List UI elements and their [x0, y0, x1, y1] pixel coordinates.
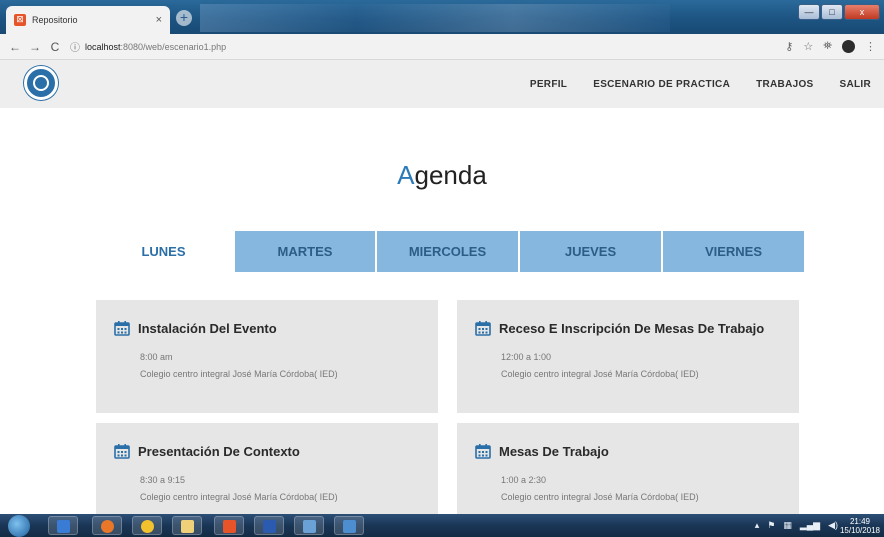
nav-link-escenario[interactable]: ESCENARIO DE PRACTICA: [580, 79, 743, 90]
tab-martes[interactable]: MARTES: [235, 231, 375, 272]
browser-actions: ⚷ ☆ ⛯ ⋮: [785, 40, 876, 53]
tray-arrow-icon[interactable]: ▴: [755, 520, 760, 531]
profile-icon[interactable]: [842, 40, 855, 53]
tab-title: Repositorio: [32, 15, 78, 25]
tab-viernes[interactable]: VIERNES: [663, 231, 804, 272]
extension-icon[interactable]: ⛯: [823, 40, 832, 53]
event-title: Presentación De Contexto: [138, 443, 300, 459]
editor-icon: [303, 520, 316, 533]
page-title: Agenda: [0, 160, 884, 191]
day-tabs: LUNES MARTES MIERCOLES JUEVES VIERNES: [94, 231, 804, 272]
signal-icon[interactable]: ▂▄▆: [800, 520, 820, 531]
event-card: Receso E Inscripción De Mesas De Trabajo…: [457, 300, 799, 413]
nav-links: PERFIL ESCENARIO DE PRACTICA TRABAJOS SA…: [517, 60, 884, 108]
event-title: Receso E Inscripción De Mesas De Trabajo: [499, 320, 765, 336]
window-controls: — □ x: [798, 4, 880, 20]
address-bar: ← → C ⓘ localhost:8080/web/escenario1.ph…: [0, 34, 884, 60]
event-title: Mesas De Trabajo: [499, 443, 609, 459]
star-icon[interactable]: ☆: [803, 40, 813, 53]
url-path: :8080/web/escenario1.php: [120, 41, 227, 52]
event-card: Instalación Del Evento 8:00 am Colegio c…: [96, 300, 438, 413]
new-tab-button[interactable]: +: [176, 10, 192, 26]
code-editor-icon: [343, 520, 356, 533]
start-button[interactable]: [8, 515, 30, 537]
taskbar-clock[interactable]: 21:49 15/10/2018: [840, 517, 880, 535]
nav-buttons: ← → C: [6, 40, 64, 54]
favicon-icon: ⊠: [14, 14, 26, 26]
clock-time: 21:49: [849, 517, 870, 526]
taskbar-app-editor[interactable]: [294, 516, 324, 535]
taskbar-app-vscode[interactable]: [334, 516, 364, 535]
event-header: Receso E Inscripción De Mesas De Trabajo: [475, 320, 764, 336]
event-header: Instalación Del Evento: [114, 320, 277, 336]
url-field[interactable]: ⓘ localhost:8080/web/escenario1.php: [70, 39, 227, 55]
browser-tab[interactable]: ⊠ Repositorio ×: [6, 6, 170, 34]
calendar-icon: [114, 444, 130, 459]
key-icon[interactable]: ⚷: [785, 40, 793, 53]
taskbar-app-explorer[interactable]: [172, 516, 202, 535]
nav-link-trabajos[interactable]: TRABAJOS: [743, 79, 826, 90]
page-title-initial: A: [397, 160, 415, 190]
reload-icon[interactable]: C: [46, 40, 64, 54]
folder-icon: [181, 520, 194, 533]
firefox-icon: [101, 520, 114, 533]
event-time: 12:00 a 1:00: [501, 352, 552, 362]
taskbar-app-word[interactable]: [254, 516, 284, 535]
volume-icon[interactable]: ◀): [828, 520, 838, 531]
taskbar-app-xampp[interactable]: [214, 516, 244, 535]
close-window-button[interactable]: x: [844, 4, 880, 20]
flag-icon[interactable]: ⚑: [767, 520, 775, 531]
event-place: Colegio centro integral José María Córdo…: [501, 492, 699, 502]
media-player-icon: [57, 520, 70, 533]
tab-jueves[interactable]: JUEVES: [520, 231, 661, 272]
site-logo[interactable]: [24, 66, 58, 100]
network-icon[interactable]: ▦: [783, 520, 792, 531]
word-icon: [263, 520, 276, 533]
event-time: 1:00 a 2:30: [501, 475, 547, 485]
nav-link-salir[interactable]: SALIR: [827, 79, 884, 90]
xampp-icon: [223, 520, 236, 533]
taskbar-app-media[interactable]: [48, 516, 78, 535]
event-header: Presentación De Contexto: [114, 443, 300, 459]
event-header: Mesas De Trabajo: [475, 443, 609, 459]
url-host: localhost: [85, 41, 121, 52]
nav-link-perfil[interactable]: PERFIL: [517, 79, 580, 90]
logo-emblem-icon: [33, 75, 49, 91]
event-place: Colegio centro integral José María Córdo…: [140, 369, 338, 379]
maximize-button[interactable]: □: [821, 4, 843, 20]
taskbar-app-chrome[interactable]: [132, 516, 162, 535]
system-tray: ▴ ⚑ ▦ ▂▄▆ ◀): [755, 520, 838, 531]
page-title-rest: genda: [414, 160, 487, 190]
event-card: Presentación De Contexto 8:30 a 9:15 Col…: [96, 423, 438, 514]
event-place: Colegio centro integral José María Córdo…: [501, 369, 699, 379]
calendar-icon: [475, 321, 491, 336]
taskbar-app-firefox[interactable]: [92, 516, 122, 535]
info-icon[interactable]: ⓘ: [70, 39, 80, 54]
site-navbar: PERFIL ESCENARIO DE PRACTICA TRABAJOS SA…: [0, 60, 884, 108]
blurred-background: [200, 4, 670, 32]
chrome-icon: [141, 520, 154, 533]
event-time: 8:30 a 9:15: [140, 475, 186, 485]
calendar-icon: [475, 444, 491, 459]
os-taskbar: ▴ ⚑ ▦ ▂▄▆ ◀) 21:49 15/10/2018: [0, 514, 884, 537]
forward-arrow-icon[interactable]: →: [26, 40, 44, 54]
event-place: Colegio centro integral José María Córdo…: [140, 492, 338, 502]
menu-icon[interactable]: ⋮: [865, 40, 876, 53]
tab-close-icon[interactable]: ×: [156, 14, 162, 26]
tab-miercoles[interactable]: MIERCOLES: [377, 231, 518, 272]
event-time: 8:00 am: [140, 352, 173, 362]
clock-date: 15/10/2018: [839, 526, 880, 535]
event-title: Instalación Del Evento: [138, 320, 277, 336]
back-arrow-icon[interactable]: ←: [6, 40, 24, 54]
browser-titlebar: ⊠ Repositorio × + — □ x: [0, 0, 884, 34]
calendar-icon: [114, 321, 130, 336]
minimize-button[interactable]: —: [798, 4, 820, 20]
tab-lunes[interactable]: LUNES: [94, 231, 233, 272]
event-card: Mesas De Trabajo 1:00 a 2:30 Colegio cen…: [457, 423, 799, 514]
